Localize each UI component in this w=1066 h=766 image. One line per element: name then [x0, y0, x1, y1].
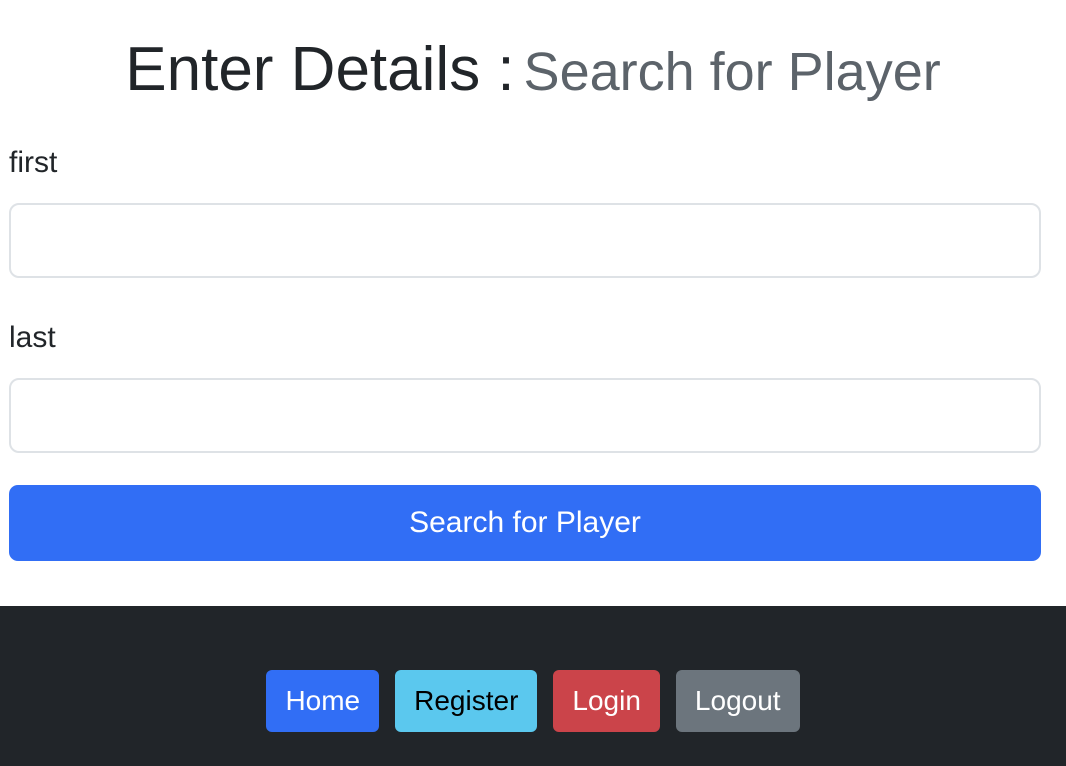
- last-name-label: last: [9, 321, 56, 354]
- first-name-input[interactable]: [9, 203, 1041, 278]
- home-button[interactable]: Home: [266, 670, 380, 732]
- first-name-label: first: [9, 146, 58, 179]
- footer: Home Register Login Logout: [0, 606, 1066, 766]
- search-player-form: first last Search for Player: [9, 135, 1041, 561]
- last-name-field: last: [9, 318, 1041, 453]
- search-for-player-button[interactable]: Search for Player: [9, 485, 1041, 561]
- page-title-subtitle: Search for Player: [523, 42, 941, 102]
- page-title-main: Enter Details :: [125, 35, 515, 104]
- register-button[interactable]: Register: [395, 670, 538, 732]
- last-name-input[interactable]: [9, 378, 1041, 453]
- login-button[interactable]: Login: [553, 670, 660, 732]
- page-title: Enter Details : Search for Player: [0, 30, 1066, 110]
- footer-nav: Home Register Login Logout: [0, 670, 1066, 732]
- first-name-field: first: [9, 143, 1041, 278]
- page: Enter Details : Search for Player first …: [0, 0, 1066, 766]
- logout-button[interactable]: Logout: [675, 670, 800, 732]
